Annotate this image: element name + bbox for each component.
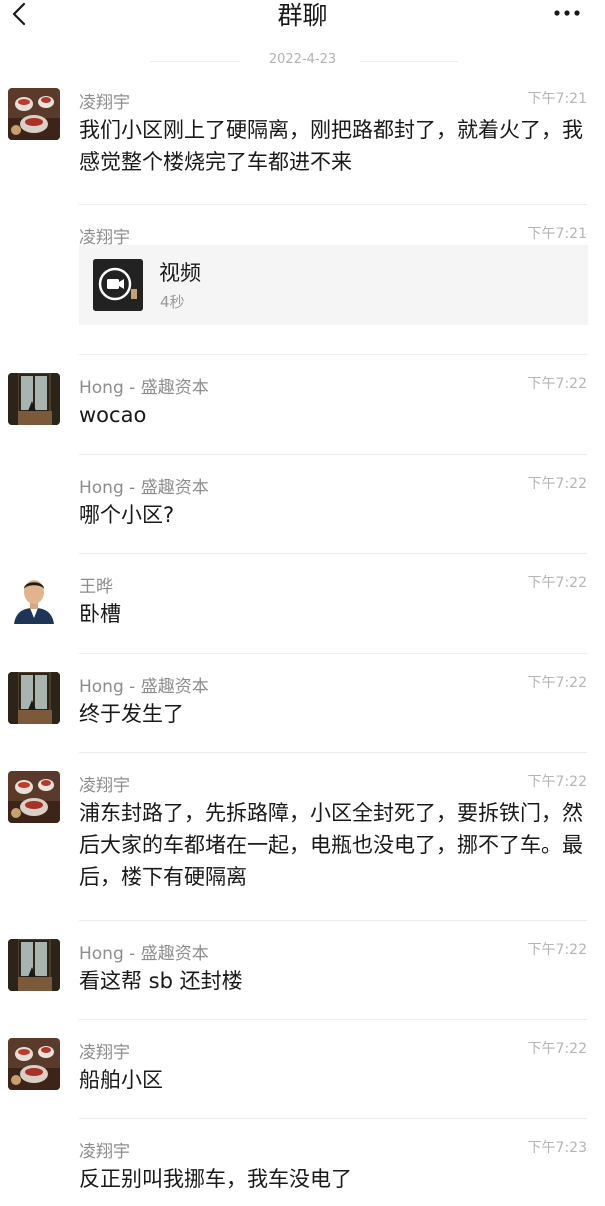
message-text: 船舶小区 <box>79 1068 163 1092</box>
avatar[interactable] <box>8 373 60 425</box>
message-text: wocao <box>79 403 147 427</box>
message-divider <box>79 454 587 455</box>
video-card[interactable]: 视频 4秒 <box>79 245 588 325</box>
message-item[interactable]: Hong - 盛趣资本 下午7:22 哪个小区? <box>0 454 605 545</box>
sender-name: 凌翔宇 <box>79 1043 130 1063</box>
message-text: 反正别叫我挪车，我车没电了 <box>79 1167 352 1191</box>
message-time: 下午7:22 <box>527 675 587 691</box>
message-divider <box>79 204 587 205</box>
avatar-tea-image <box>8 88 60 140</box>
message-text: 终于发生了 <box>79 702 184 726</box>
avatar-portrait-image <box>8 572 60 624</box>
sender-name: Hong - 盛趣资本 <box>79 944 209 964</box>
video-camera-icon <box>93 259 143 311</box>
sender-name: 凌翔宇 <box>79 1142 130 1162</box>
message-time: 下午7:23 <box>527 1140 587 1156</box>
sender-name: Hong - 盛趣资本 <box>79 478 209 498</box>
avatar[interactable] <box>8 88 60 140</box>
message-item[interactable]: 凌翔宇 下午7:22 船舶小区 <box>0 1019 605 1110</box>
message-time: 下午7:21 <box>527 226 587 242</box>
message-item[interactable]: 凌翔宇 下午7:21 我们小区刚上了硬隔离，刚把路都封了，就着火了，我感觉整个楼… <box>0 88 605 198</box>
message-time: 下午7:21 <box>527 91 587 107</box>
message-divider <box>79 752 587 753</box>
video-duration: 4秒 <box>160 293 185 311</box>
message-divider <box>79 1118 587 1119</box>
message-item[interactable]: 凌翔宇 下午7:23 反正别叫我挪车，我车没电了 <box>0 1118 605 1206</box>
chat-header: 群聊 <box>0 0 605 34</box>
avatar-window-image <box>8 939 60 991</box>
message-text: 浦东封路了，先拆路障，小区全封死了，要拆铁门，然后大家的车都堵在一起，电瓶也没电… <box>79 801 583 889</box>
avatar-window-image <box>8 373 60 425</box>
sender-name: Hong - 盛趣资本 <box>79 677 209 697</box>
video-thumbnail <box>93 259 143 311</box>
avatar-window-image <box>8 672 60 724</box>
date-text: 2022-4-23 <box>268 52 337 67</box>
message-divider <box>79 653 587 654</box>
message-text: 看这帮 sb 还封楼 <box>79 969 243 993</box>
message-item[interactable]: 凌翔宇 下午7:22 浦东封路了，先拆路障，小区全封死了，要拆铁门，然后大家的车… <box>0 752 605 901</box>
message-text: 我们小区刚上了硬隔离，刚把路都封了，就着火了，我感觉整个楼烧完了车都进不来 <box>79 118 583 174</box>
sender-name: 王晔 <box>79 577 113 597</box>
message-text: 哪个小区? <box>79 503 175 527</box>
message-text: 卧槽 <box>79 602 121 626</box>
avatar-tea-image <box>8 1038 60 1090</box>
message-time: 下午7:22 <box>527 476 587 492</box>
message-divider <box>79 553 587 554</box>
sender-name: 凌翔宇 <box>79 776 130 796</box>
message-time: 下午7:22 <box>527 774 587 790</box>
message-time: 下午7:22 <box>527 376 587 392</box>
chat-title: 群聊 <box>277 1 328 30</box>
message-item[interactable]: Hong - 盛趣资本 下午7:22 终于发生了 <box>0 653 605 744</box>
message-item[interactable]: 王晔 下午7:22 卧槽 <box>0 553 605 644</box>
more-button[interactable] <box>551 0 585 26</box>
avatar[interactable] <box>8 572 60 624</box>
sender-name: Hong - 盛趣资本 <box>79 378 209 398</box>
video-title: 视频 <box>159 261 201 285</box>
date-separator: 2022-4-23 <box>0 50 605 72</box>
message-item[interactable]: Hong - 盛趣资本 下午7:22 wocao <box>0 354 605 445</box>
more-dots-icon <box>554 10 580 16</box>
message-time: 下午7:22 <box>527 575 587 591</box>
message-time: 下午7:22 <box>527 1041 587 1057</box>
avatar[interactable] <box>8 939 60 991</box>
avatar[interactable] <box>8 771 60 823</box>
message-time: 下午7:22 <box>527 942 587 958</box>
sender-name: 凌翔宇 <box>79 93 130 113</box>
message-item[interactable]: Hong - 盛趣资本 下午7:22 看这帮 sb 还封楼 <box>0 920 605 1011</box>
avatar-tea-image <box>8 771 60 823</box>
message-divider <box>79 920 587 921</box>
message-item[interactable]: 凌翔宇 下午7:21 视频 4秒 <box>0 204 605 341</box>
date-line-right <box>360 61 458 62</box>
message-divider <box>79 354 587 355</box>
message-divider <box>79 1019 587 1020</box>
avatar[interactable] <box>8 672 60 724</box>
avatar[interactable] <box>8 1038 60 1090</box>
